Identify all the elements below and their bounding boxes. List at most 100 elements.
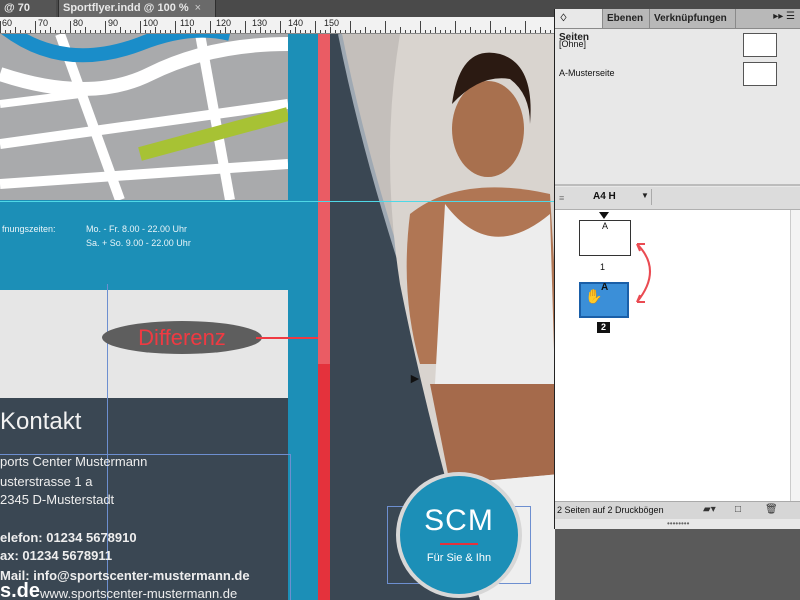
master-label: [Ohne] [559,39,587,49]
tab-seiten[interactable]: ♢ Seiten [555,9,603,43]
horizontal-guide[interactable] [0,201,560,202]
ruler-tick [5,30,6,33]
contact-line-city: 2345 D-Musterstadt [0,492,115,507]
ruler-tick [35,21,36,33]
ruler-tick [180,30,181,33]
ruler-label: 90 [108,18,119,28]
cyan-column [288,34,318,600]
ruler-tick [205,30,206,33]
panel-resize-grip[interactable]: •••••••• [667,519,689,528]
contact-line-phone: elefon: 01234 5678910 [0,530,137,545]
grip-icon[interactable]: ≡ [559,193,564,203]
logo-text: SCM [424,504,494,537]
pages-panel: ♢ Seiten Ebenen Verknüpfungen ▸▸ ☰ [Ohne… [554,9,800,529]
ruler-tick [210,21,211,33]
trash-icon[interactable]: 🗑 [765,504,778,515]
ruler-tick [360,30,361,33]
page-count-status: 2 Seiten auf 2 Druckbögen [557,505,664,515]
ruler-tick [20,30,21,33]
ruler-tick [260,27,261,33]
map-image [0,34,288,200]
ruler-tick [455,21,456,33]
ruler-tick [110,30,111,33]
page-1-thumbnail[interactable]: A [579,220,631,256]
ruler-tick [295,27,296,33]
close-icon[interactable]: × [195,2,201,14]
horizontal-ruler[interactable]: 60 70 80 90 100 110 120 130 140 150 [0,17,560,34]
page-master-letter: A [602,221,609,231]
hours-label: fnungszeiten: [2,224,56,234]
ruler-tick [495,30,496,33]
ruler-tick [60,30,61,33]
ruler-tick [65,30,66,33]
master-thumbnail[interactable] [743,33,777,57]
ruler-tick [90,30,91,33]
differenz-pointer-line [256,337,318,339]
master-none[interactable]: [Ohne] [555,31,800,59]
ruler-tick [320,30,321,33]
ruler-tick [460,30,461,33]
bleed-difference-strip-light [318,34,330,364]
ruler-tick [330,27,331,33]
web-fragment: s.de [0,580,41,600]
ruler-tick [370,30,371,33]
ruler-tick [430,30,431,33]
ruler-tick [115,30,116,33]
ruler-tick [155,27,156,33]
ruler-tick [100,30,101,33]
page-2-thumbnail[interactable]: ✋ A [579,282,629,318]
ruler-tick [445,30,446,33]
ruler-tick [30,30,31,33]
ruler-label: 150 [324,18,340,28]
ruler-tick [490,21,491,33]
panel-divider[interactable] [555,184,800,186]
ruler-tick [245,21,246,33]
ruler-tick [520,30,521,33]
ruler-tick [200,30,201,33]
panel-tabs: ♢ Seiten Ebenen Verknüpfungen ▸▸ ☰ [555,9,800,43]
ruler-tick [225,27,226,33]
contact-heading: Kontakt [0,408,82,435]
ruler-tick [350,21,351,33]
page-master-letter: A [601,282,609,293]
document-canvas[interactable]: fnungszeiten: Mo. - Fr. 8.00 - 22.00 Uhr… [0,34,560,600]
insert-marker-icon [599,212,609,219]
ruler-tick [165,30,166,33]
ruler-tick [395,30,396,33]
pages-scrollbar[interactable] [790,210,800,501]
master-thumbnail[interactable] [743,62,777,86]
tab-label: Sportflyer.indd @ 100 % [63,2,189,14]
ruler-tick [525,21,526,33]
ruler-tick [465,30,466,33]
edit-page-size-icon[interactable]: ▰▾ [703,504,716,515]
ruler-tick [535,30,536,33]
ruler-tick [120,27,121,33]
ruler-tick [255,30,256,33]
ruler-tick [105,21,106,33]
tab-document-70[interactable]: @ 70 %× [0,0,56,31]
ruler-tick [265,30,266,33]
ruler-tick [440,30,441,33]
master-a[interactable]: A-Musterseite [555,60,800,88]
ruler-tick [160,30,161,33]
tab-ebenen[interactable]: Ebenen [603,9,650,28]
ruler-tick [420,21,421,33]
ruler-tick [285,30,286,33]
ruler-tick [325,30,326,33]
tab-sportflyer[interactable]: Sportflyer.indd @ 100 % × [58,0,216,17]
pages-list[interactable]: A 1 ✋ A 2 [555,210,800,501]
ruler-tick [380,30,381,33]
ruler-label: 120 [216,18,232,28]
ruler-tick [40,30,41,33]
new-page-icon[interactable]: □ [735,504,741,515]
ruler-tick [150,30,151,33]
ruler-tick [280,21,281,33]
ruler-tick [15,27,16,33]
ruler-tick [0,21,1,33]
tab-verknuepfungen[interactable]: Verknüpfungen [650,9,736,28]
panel-menu-icon[interactable]: ▸▸ ☰ [773,11,795,22]
ruler-tick [335,30,336,33]
ruler-tick [75,30,76,33]
ruler-tick [55,30,56,33]
page-size-select[interactable]: A4 H ▼ [577,189,652,205]
